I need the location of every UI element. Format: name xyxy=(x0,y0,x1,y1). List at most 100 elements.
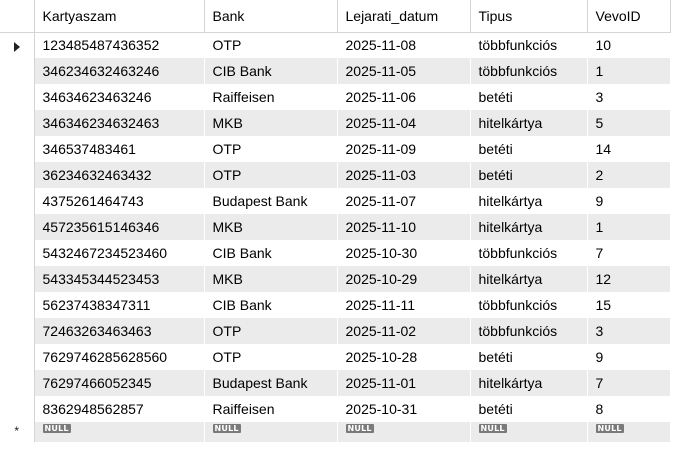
table-row[interactable]: 72463263463463 OTP 2025-11-02 többfunkciós 3 xyxy=(0,318,671,344)
table-row[interactable]: 4375261464743 Budapest Bank 2025-11-07 hite… xyxy=(0,188,671,214)
row-header[interactable] xyxy=(0,32,35,58)
table-cell[interactable]: 5 xyxy=(587,110,671,136)
table-cell[interactable]: 2025-11-04 xyxy=(337,110,471,136)
table-cell[interactable]: betéti xyxy=(470,396,588,422)
table-row[interactable]: 7629746285628560 OTP 2025-10-28 betéti 9 xyxy=(0,344,671,370)
row-header[interactable] xyxy=(0,58,35,84)
table-cell[interactable]: betéti xyxy=(470,84,588,110)
table-cell[interactable]: NULL xyxy=(337,422,471,442)
table-cell[interactable]: 5432467234523460 xyxy=(34,240,205,266)
row-header[interactable] xyxy=(0,344,35,370)
table-cell[interactable]: hitelkártya xyxy=(470,266,588,292)
row-header[interactable] xyxy=(0,110,35,136)
table-cell[interactable]: 8362948562857 xyxy=(34,396,205,422)
table-row[interactable]: 5432467234523460 CIB Bank 2025-10-30 többfu… xyxy=(0,240,671,266)
table-cell[interactable]: többfunkciós xyxy=(470,32,588,58)
table-cell[interactable]: OTP xyxy=(204,344,338,370)
table-cell[interactable]: 12 xyxy=(587,266,671,292)
table-cell[interactable]: 3 xyxy=(587,84,671,110)
table-cell[interactable]: Budapest Bank xyxy=(204,188,338,214)
table-cell[interactable]: 56237438347311 xyxy=(34,292,205,318)
table-cell[interactable]: betéti xyxy=(470,136,588,162)
table-cell[interactable]: 2025-11-01 xyxy=(337,370,471,396)
table-cell[interactable]: 15 xyxy=(587,292,671,318)
table-row[interactable]: 76297466052345 Budapest Bank 2025-11-01 hit… xyxy=(0,370,671,396)
table-row[interactable]: 543345344523453 MKB 2025-10-29 hitelkártya 1… xyxy=(0,266,671,292)
row-header[interactable] xyxy=(0,370,35,396)
table-cell[interactable]: CIB Bank xyxy=(204,58,338,84)
table-cell[interactable]: 9 xyxy=(587,344,671,370)
table-cell[interactable]: többfunkciós xyxy=(470,318,588,344)
table-cell[interactable]: 2025-11-06 xyxy=(337,84,471,110)
column-header-lejarati-datum[interactable]: Lejarati_datum xyxy=(337,0,471,33)
row-header[interactable] xyxy=(0,266,35,292)
table-cell[interactable]: 543345344523453 xyxy=(34,266,205,292)
table-cell[interactable]: 346537483461 xyxy=(34,136,205,162)
table-cell[interactable]: CIB Bank xyxy=(204,292,338,318)
table-cell[interactable]: 2025-10-28 xyxy=(337,344,471,370)
row-header[interactable] xyxy=(0,214,35,240)
table-cell[interactable]: Budapest Bank xyxy=(204,370,338,396)
column-header-tipus[interactable]: Tipus xyxy=(470,0,588,33)
table-cell[interactable]: többfunkciós xyxy=(470,240,588,266)
row-header[interactable] xyxy=(0,162,35,188)
table-cell[interactable]: 8 xyxy=(587,396,671,422)
table-cell[interactable]: 457235615146346 xyxy=(34,214,205,240)
table-cell[interactable]: MKB xyxy=(204,214,338,240)
table-cell[interactable]: 9 xyxy=(587,188,671,214)
table-row[interactable]: 457235615146346 MKB 2025-11-10 hitelkártya 1 xyxy=(0,214,671,240)
table-cell[interactable]: 2025-11-02 xyxy=(337,318,471,344)
table-cell[interactable]: 2025-11-09 xyxy=(337,136,471,162)
column-header-vevoid[interactable]: VevoID xyxy=(587,0,671,33)
row-header[interactable] xyxy=(0,318,35,344)
table-row[interactable]: 34634623463246 Raiffeisen 2025-11-06 betéti… xyxy=(0,84,671,110)
table-cell[interactable]: 72463263463463 xyxy=(34,318,205,344)
table-cell[interactable]: 1 xyxy=(587,214,671,240)
row-header[interactable] xyxy=(0,136,35,162)
table-cell[interactable]: OTP xyxy=(204,162,338,188)
table-cell[interactable]: 4375261464743 xyxy=(34,188,205,214)
row-header[interactable]: * xyxy=(0,422,35,442)
table-cell[interactable]: 3 xyxy=(587,318,671,344)
table-cell[interactable]: OTP xyxy=(204,136,338,162)
table-cell[interactable]: MKB xyxy=(204,110,338,136)
table-cell[interactable]: hitelkártya xyxy=(470,110,588,136)
new-row[interactable]: * NULL NULL NULL NULL NULL xyxy=(0,422,671,442)
row-header[interactable] xyxy=(0,292,35,318)
table-cell[interactable]: hitelkártya xyxy=(470,188,588,214)
table-cell[interactable]: 10 xyxy=(587,32,671,58)
table-row[interactable]: 56237438347311 CIB Bank 2025-11-11 többfunk… xyxy=(0,292,671,318)
table-row[interactable]: 346346234632463 MKB 2025-11-04 hitelkártya 5 xyxy=(0,110,671,136)
table-row[interactable]: 346537483461 OTP 2025-11-09 betéti 14 xyxy=(0,136,671,162)
table-cell[interactable]: Raiffeisen xyxy=(204,84,338,110)
table-cell[interactable]: betéti xyxy=(470,162,588,188)
row-header[interactable] xyxy=(0,188,35,214)
table-row[interactable]: 8362948562857 Raiffeisen 2025-10-31 betéti 8 xyxy=(0,396,671,422)
table-cell[interactable]: Raiffeisen xyxy=(204,396,338,422)
table-cell[interactable]: 34634623463246 xyxy=(34,84,205,110)
table-cell[interactable]: 2025-11-03 xyxy=(337,162,471,188)
table-cell[interactable]: 7629746285628560 xyxy=(34,344,205,370)
table-cell[interactable]: többfunkciós xyxy=(470,292,588,318)
table-cell[interactable]: NULL xyxy=(34,422,205,442)
table-cell[interactable]: többfunkciós xyxy=(470,58,588,84)
table-cell[interactable]: 2025-11-05 xyxy=(337,58,471,84)
table-cell[interactable]: hitelkártya xyxy=(470,214,588,240)
table-row[interactable]: 36234632463432 OTP 2025-11-03 betéti 2 xyxy=(0,162,671,188)
table-cell[interactable]: NULL xyxy=(204,422,338,442)
table-cell[interactable]: 2025-10-31 xyxy=(337,396,471,422)
table-cell[interactable]: 2 xyxy=(587,162,671,188)
table-cell[interactable]: 7 xyxy=(587,370,671,396)
column-header-bank[interactable]: Bank xyxy=(204,0,338,33)
table-cell[interactable]: 123485487436352 xyxy=(34,32,205,58)
table-cell[interactable]: 2025-11-07 xyxy=(337,188,471,214)
row-header[interactable] xyxy=(0,396,35,422)
table-cell[interactable]: 346234632463246 xyxy=(34,58,205,84)
table-cell[interactable]: MKB xyxy=(204,266,338,292)
table-cell[interactable]: hitelkártya xyxy=(470,370,588,396)
table-cell[interactable]: 2025-11-10 xyxy=(337,214,471,240)
table-cell[interactable]: OTP xyxy=(204,32,338,58)
table-cell[interactable]: OTP xyxy=(204,318,338,344)
table-cell[interactable]: 36234632463432 xyxy=(34,162,205,188)
row-header[interactable] xyxy=(0,240,35,266)
